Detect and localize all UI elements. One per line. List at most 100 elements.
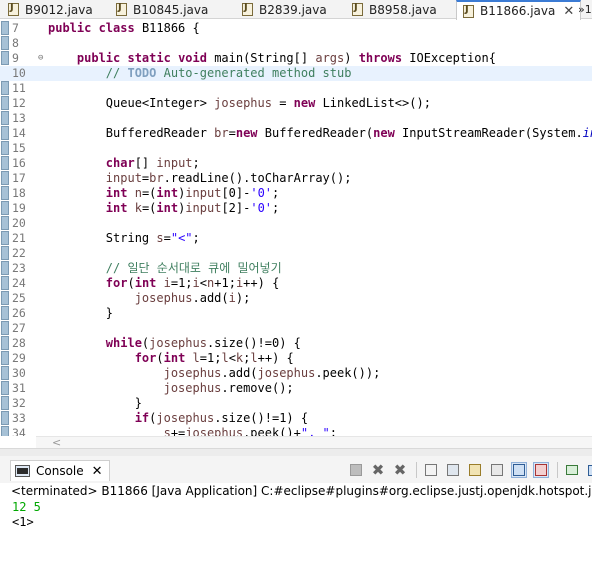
code-line[interactable]: 13 — [0, 111, 592, 126]
line-code: input=br.readLine().toCharArray(); — [48, 171, 352, 186]
token-plain: .peek()); — [315, 366, 381, 380]
line-number: 31 — [12, 381, 26, 395]
token-str: '0' — [250, 201, 273, 215]
code-line[interactable]: 30 josephus.add(josephus.peek()); — [0, 366, 592, 381]
code-line[interactable]: 24 for(int i=1;i<n+1;i++) { — [0, 276, 592, 291]
line-code: public static void main(String[] args) t… — [48, 51, 496, 66]
tab-b8958[interactable]: B8958.java — [352, 0, 437, 19]
code-line[interactable]: 9 ⊖ public static void main(String[] args… — [0, 51, 592, 66]
token-plain: .peek()+ — [243, 426, 301, 436]
code-line[interactable]: 33 if(josephus.size()!=1) { — [0, 411, 592, 426]
clear-console-icon[interactable] — [423, 462, 439, 478]
tab-b11866[interactable]: B11866.java ✕ — [456, 0, 582, 20]
pane-divider[interactable] — [0, 448, 592, 456]
console-tab-label: Console — [36, 464, 84, 478]
code-line[interactable]: 17 input=br.readLine().toCharArray(); — [0, 171, 592, 186]
remove-all-terminated-icon[interactable]: ✖ — [392, 461, 408, 479]
tab-overflow-button[interactable]: »1 — [578, 0, 592, 19]
code-line[interactable]: 26 } — [0, 306, 592, 321]
token-kw: new — [235, 126, 265, 140]
tab-b2839[interactable]: B2839.java — [242, 0, 327, 19]
code-line[interactable]: 16 char[] input; — [0, 156, 592, 171]
code-line[interactable]: 11 — [0, 81, 592, 96]
java-file-icon — [116, 2, 127, 16]
code-line[interactable]: 25 josephus.add(i); — [0, 291, 592, 306]
code-line[interactable]: 7 public class B11866 { — [0, 21, 592, 36]
show-on-output-icon[interactable] — [489, 462, 505, 478]
code-line[interactable]: 22 — [0, 246, 592, 261]
console-toolbar: ✖ ✖ — [348, 461, 592, 479]
code-line[interactable]: 23 // 일단 순서대로 큐에 밀어넣기 — [0, 261, 592, 276]
close-console-icon[interactable]: ✕ — [92, 464, 103, 479]
line-number: 15 — [12, 141, 26, 155]
line-number: 7 — [12, 21, 19, 35]
terminate-icon[interactable] — [348, 462, 364, 478]
show-on-stderr-icon[interactable] — [533, 462, 549, 478]
code-line[interactable]: 19 int k=(int)input[2]-'0'; — [0, 201, 592, 216]
tab-label: B11866.java — [480, 4, 556, 18]
line-code: josephus.add(josephus.peek()); — [48, 366, 381, 381]
console-icon — [15, 465, 30, 477]
code-line[interactable]: 32 } — [0, 396, 592, 411]
code-line[interactable]: 27 — [0, 321, 592, 336]
tab-b10845[interactable]: B10845.java — [116, 0, 208, 19]
token-plain: .size()!=0) { — [206, 336, 301, 350]
display-console-icon[interactable] — [586, 462, 592, 478]
code-line[interactable]: 31 josephus.remove(); — [0, 381, 592, 396]
console-output[interactable]: 12 5 <1> — [12, 500, 41, 530]
token-plain: Queue<Integer> — [48, 96, 215, 110]
fold-toggle-icon[interactable]: ⊖ — [38, 51, 43, 66]
token-var: args — [315, 51, 345, 65]
token-plain: ; — [272, 186, 280, 200]
token-str: '0' — [250, 186, 273, 200]
code-line[interactable]: 29 for(int l=1;l<k;l++) { — [0, 351, 592, 366]
code-line[interactable]: 12 Queue<Integer> josephus = new LinkedL… — [0, 96, 592, 111]
token-var: josephus — [149, 336, 207, 350]
line-code: } — [48, 306, 113, 321]
line-number: 18 — [12, 186, 26, 200]
code-line[interactable]: 20 — [0, 216, 592, 231]
tab-b9012[interactable]: B9012.java — [8, 0, 93, 19]
token-plain: B11866 { — [141, 21, 200, 35]
token-plain: IOException{ — [409, 51, 496, 65]
show-on-error-icon[interactable] — [511, 462, 527, 478]
token-str: ", " — [300, 426, 330, 436]
scroll-lock-icon[interactable] — [445, 462, 461, 478]
token-var: l — [221, 351, 229, 365]
code-line[interactable]: 15 — [0, 141, 592, 156]
code-line[interactable]: 18 int n=(int)input[0]-'0'; — [0, 186, 592, 201]
code-line[interactable]: 21 String s="<"; — [0, 231, 592, 246]
code-line[interactable]: 28 while(josephus.size()!=0) { — [0, 336, 592, 351]
token-kw: int — [156, 186, 179, 200]
code-line[interactable]: 8 — [0, 36, 592, 51]
java-file-icon — [242, 2, 253, 16]
line-number: 9 — [12, 51, 19, 65]
horizontal-scrollbar[interactable]: < — [36, 436, 592, 449]
remove-launch-icon[interactable]: ✖ — [370, 461, 386, 479]
token-plain: ( — [127, 276, 135, 290]
tab-console[interactable]: Console ✕ — [10, 460, 110, 481]
line-number: 11 — [12, 81, 26, 95]
code-line[interactable]: 14 BufferedReader br=new BufferedReader(… — [0, 126, 592, 141]
token-var: input — [185, 186, 222, 200]
token-var: josephus — [134, 291, 193, 305]
close-tab-icon[interactable]: ✕ — [563, 4, 574, 19]
code-line[interactable]: 34 s+=josephus.peek()+", "; — [0, 426, 592, 436]
token-var: input — [105, 171, 142, 185]
token-kw: if — [134, 411, 150, 425]
code-editor[interactable]: 7 public class B11866 {8 9 ⊖ public static … — [0, 20, 592, 436]
pin-console-icon[interactable] — [564, 462, 580, 478]
word-wrap-icon[interactable] — [467, 462, 483, 478]
code-line[interactable]: 10 // TODO Auto-generated method stub — [0, 66, 592, 81]
token-plain: LinkedList<>(); — [322, 96, 431, 110]
line-code: char[] input; — [48, 156, 200, 171]
token-plain: BufferedReader — [48, 126, 215, 140]
token-var: josephus — [214, 96, 272, 110]
